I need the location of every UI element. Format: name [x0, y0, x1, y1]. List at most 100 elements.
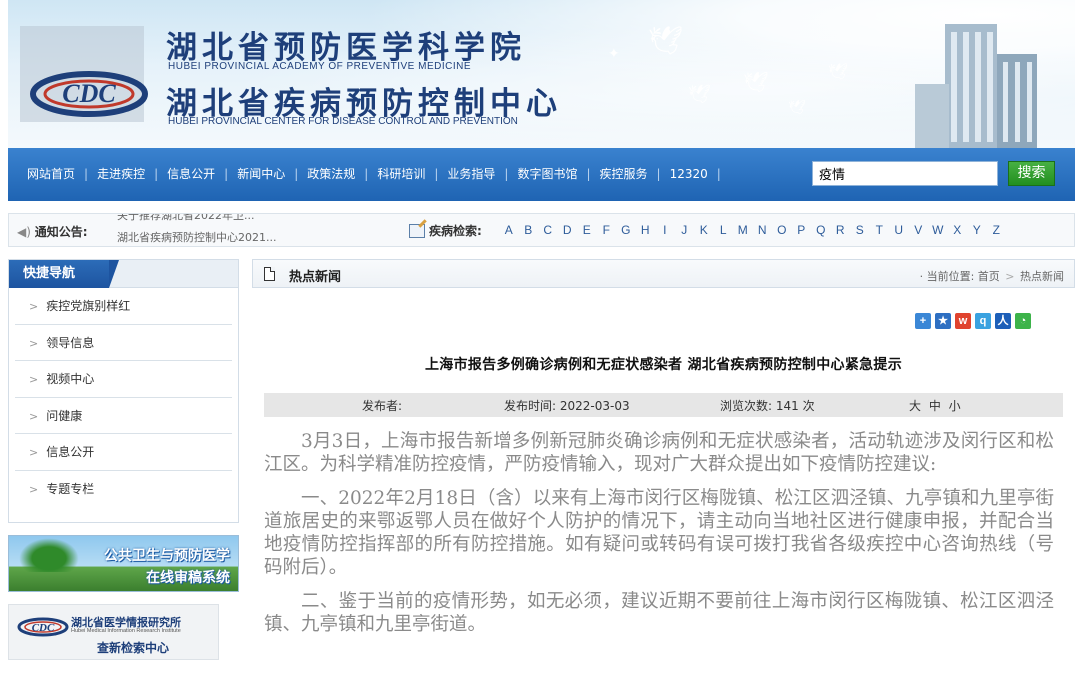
notice-item[interactable]: 湖北省疾病预防控制中心2021...	[117, 230, 367, 246]
letter-n[interactable]: N	[753, 223, 773, 237]
sidebar-item-video[interactable]: > 视频中心	[15, 361, 232, 398]
review-banner-line1: 公共卫生与预防医学	[104, 548, 230, 564]
med-info-service: 查新检索中心	[97, 641, 170, 655]
share-plus-icon[interactable]: +	[915, 313, 931, 329]
chevron-right-icon: >	[29, 409, 39, 423]
chevron-right-icon: >	[29, 482, 39, 496]
share-toolbar: + ★ w q 人 ◔	[915, 313, 1031, 329]
dove-icon: 🕊	[743, 70, 769, 94]
notice-label-text: 通知公告:	[34, 225, 88, 239]
letter-x[interactable]: X	[948, 223, 968, 237]
sidebar-item-health-qa[interactable]: > 问健康	[15, 398, 232, 435]
qzone-icon[interactable]: q	[975, 313, 991, 329]
chevron-right-icon: >	[29, 373, 39, 387]
wechat-icon[interactable]: ◔	[1015, 313, 1031, 329]
document-icon	[264, 267, 275, 281]
disease-search-text: 疾病检索:	[429, 224, 482, 238]
letter-a[interactable]: A	[499, 223, 519, 237]
chevron-right-icon: >	[29, 446, 39, 460]
med-info-subtitle: Hubei Medical Information Research Insti…	[71, 628, 181, 634]
section-title: 热点新闻	[289, 270, 342, 285]
letter-z[interactable]: Z	[987, 223, 1007, 237]
letter-u[interactable]: U	[889, 223, 909, 237]
nav-separator: |	[716, 166, 721, 181]
favorite-icon[interactable]: ★	[935, 313, 951, 329]
meta-publisher: 发布者:	[362, 399, 403, 413]
article-paragraph: 二、鉴于当前的疫情形势，如无必须，建议近期不要前往上海市闵行区梅陇镇、松江区泗泾…	[264, 591, 1054, 635]
title-academy-en: HUBEI PROVINCIAL ACADEMY OF PREVENTIVE M…	[168, 61, 472, 72]
article-paragraph: 3月3日，上海市报告新增多例新冠肺炎确诊病例和无症状感染者，活动轨迹涉及闵行区和…	[264, 431, 1054, 475]
font-size-switcher[interactable]: 大 中 小	[909, 397, 963, 414]
article-title: 上海市报告多例确诊病例和无症状感染者 湖北省疾病预防控制中心紧急提示	[424, 357, 903, 373]
tree-icon	[19, 538, 79, 572]
review-banner-line2: 在线审稿系统	[146, 570, 230, 586]
letter-g[interactable]: G	[616, 223, 636, 237]
letter-f[interactable]: F	[597, 223, 617, 237]
sidebar-item-special[interactable]: > 专题专栏	[15, 471, 232, 508]
search-button[interactable]: 搜索	[1008, 161, 1055, 186]
sidebar-item-label: 专题专栏	[46, 481, 95, 496]
letter-r[interactable]: R	[831, 223, 851, 237]
letter-k[interactable]: K	[694, 223, 714, 237]
renren-icon[interactable]: 人	[995, 313, 1011, 329]
article-paragraph: 一、2022年2月18日（含）以来有上海市闵行区梅陇镇、松江区泗泾镇、九亭镇和九…	[264, 488, 1054, 578]
title-cdc-en: HUBEI PROVINCIAL CENTER FOR DISEASE CONT…	[168, 116, 518, 127]
letter-j[interactable]: J	[675, 223, 695, 237]
header-banner: CDC 湖北省预防医学科学院 HUBEI PROVINCIAL ACADEMY …	[8, 0, 1075, 148]
sidebar-list: > 疾控党旗别样红 > 领导信息 > 视频中心 > 问健康 > 信息公开 > 专题专栏	[8, 288, 239, 523]
letter-l[interactable]: L	[714, 223, 734, 237]
meta-publish-time: 发布时间: 2022-03-03	[504, 399, 630, 413]
nav-library[interactable]: 数字图书馆	[508, 165, 586, 182]
letter-e[interactable]: E	[577, 223, 597, 237]
letter-b[interactable]: B	[519, 223, 539, 237]
weibo-icon[interactable]: w	[955, 313, 971, 329]
notice-ticker: 关于推荐湖北省2022年卫... 湖北省疾病预防控制中心2021...	[117, 214, 367, 246]
nav-about[interactable]: 走进疾控	[88, 165, 154, 182]
article-body: 3月3日，上海市报告新增多例新冠肺炎确诊病例和无症状感染者，活动轨迹涉及闵行区和…	[264, 430, 1054, 647]
letter-q[interactable]: Q	[811, 223, 831, 237]
nav-guidance[interactable]: 业务指导	[438, 165, 504, 182]
svg-text:CDC: CDC	[32, 622, 55, 634]
breadcrumb-current[interactable]: 热点新闻	[1020, 270, 1064, 283]
cdc-logo-icon[interactable]: CDC	[30, 60, 148, 120]
main-section-header: 热点新闻 · 当前位置: 首页 > 热点新闻	[252, 259, 1075, 288]
nav-news[interactable]: 新闻中心	[228, 165, 294, 182]
sidebar-item-leaders[interactable]: > 领导信息	[15, 325, 232, 362]
breadcrumb: · 当前位置: 首页 > 热点新闻	[920, 268, 1064, 284]
sidebar-item-party[interactable]: > 疾控党旗别样红	[15, 288, 232, 325]
nav-research[interactable]: 科研培训	[368, 165, 434, 182]
letter-d[interactable]: D	[558, 223, 578, 237]
letter-c[interactable]: C	[538, 223, 558, 237]
nav-policy[interactable]: 政策法规	[298, 165, 364, 182]
nav-services[interactable]: 疾控服务	[591, 165, 657, 182]
nav-home[interactable]: 网站首页	[18, 165, 84, 182]
dove-icon: 🕊	[648, 24, 684, 57]
letter-o[interactable]: O	[772, 223, 792, 237]
sidebar-item-disclosure[interactable]: > 信息公开	[15, 434, 232, 471]
notice-item[interactable]: 关于推荐湖北省2022年卫...	[117, 214, 367, 224]
letter-v[interactable]: V	[909, 223, 929, 237]
search-input[interactable]	[812, 161, 998, 186]
letter-m[interactable]: M	[733, 223, 753, 237]
letter-h[interactable]: H	[636, 223, 656, 237]
nav-12320[interactable]: 12320	[661, 167, 717, 181]
letter-w[interactable]: W	[928, 223, 948, 237]
pencil-icon	[409, 223, 425, 238]
breadcrumb-home[interactable]: 首页	[978, 270, 1000, 283]
notice-bar: ◀) 通知公告: 关于推荐湖北省2022年卫... 湖北省疾病预防控制中心202…	[8, 213, 1075, 247]
letter-t[interactable]: T	[870, 223, 890, 237]
letter-y[interactable]: Y	[967, 223, 987, 237]
nav-disclosure[interactable]: 信息公开	[158, 165, 224, 182]
sidebar-header: 快捷导航	[8, 259, 239, 288]
med-info-banner[interactable]: CDC 湖北省医学情报研究所 Hubei Medical Information…	[8, 604, 219, 660]
chevron-right-icon: >	[29, 300, 39, 313]
letter-p[interactable]: P	[792, 223, 812, 237]
letter-index: A B C D E F G H I J K L M N O P Q R S T …	[499, 223, 1006, 237]
letter-i[interactable]: I	[655, 223, 675, 237]
review-system-banner[interactable]: 公共卫生与预防医学 在线审稿系统	[8, 535, 239, 592]
letter-s[interactable]: S	[850, 223, 870, 237]
sidebar-heading: 快捷导航	[9, 260, 119, 288]
breadcrumb-prefix: · 当前位置:	[919, 270, 975, 283]
building-illustration	[915, 24, 1037, 148]
notice-label: ◀) 通知公告:	[17, 223, 88, 240]
